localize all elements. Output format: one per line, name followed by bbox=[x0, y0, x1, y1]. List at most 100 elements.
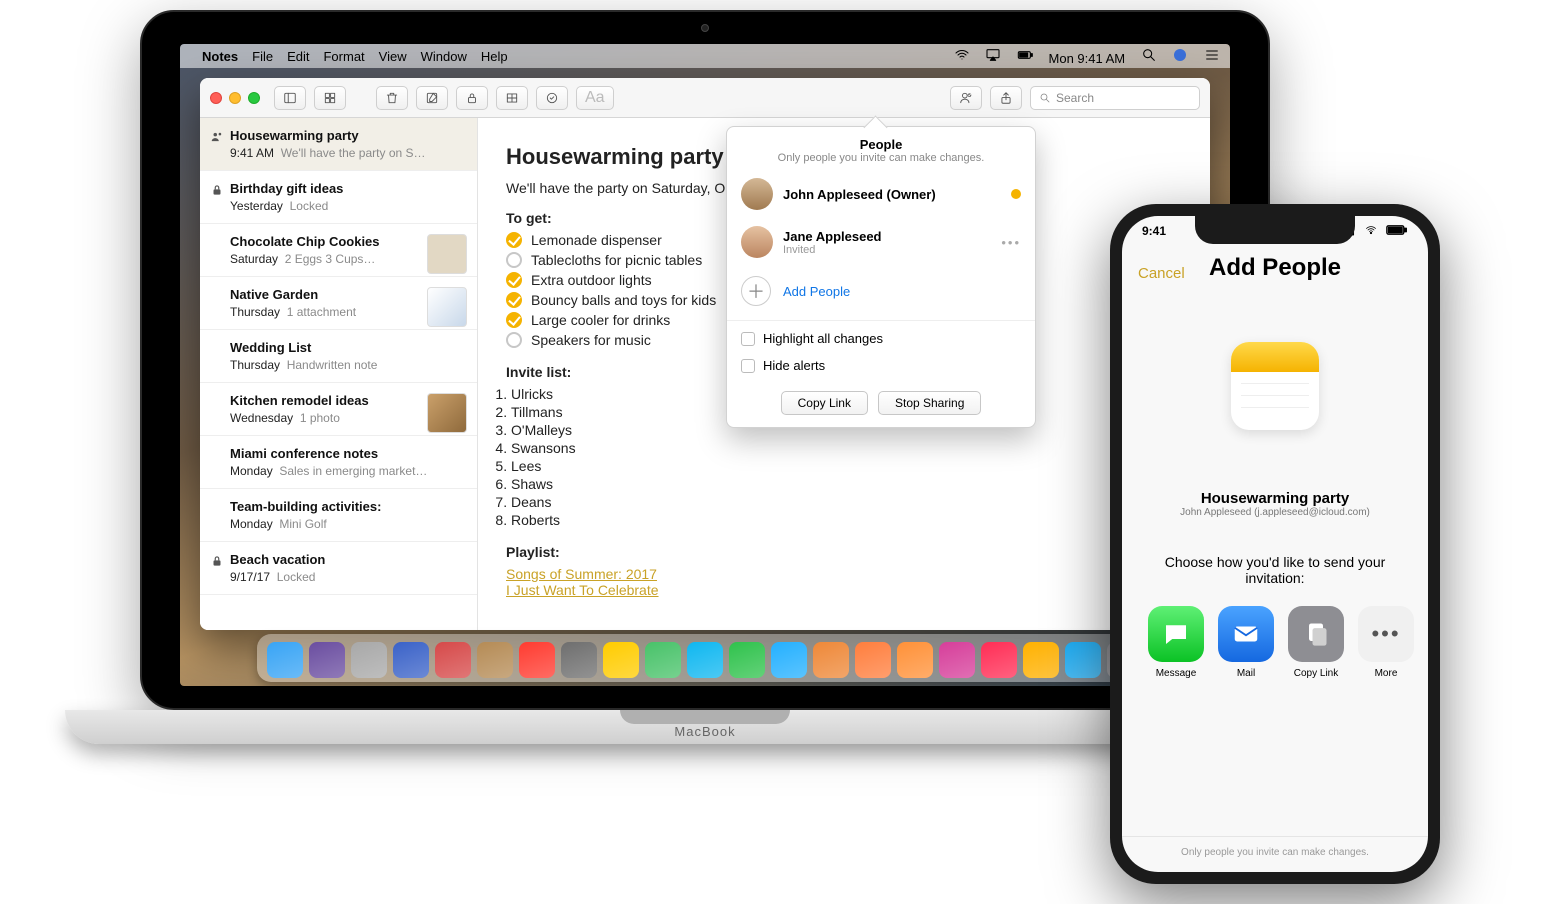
dock-app-icon[interactable] bbox=[645, 642, 681, 678]
battery-icon[interactable] bbox=[1017, 47, 1033, 63]
stop-sharing-button[interactable]: Stop Sharing bbox=[878, 391, 981, 415]
macos-dock[interactable] bbox=[257, 634, 1153, 682]
notes-list-item[interactable]: Team-building activities:Monday Mini Gol… bbox=[200, 489, 477, 542]
dock-app-icon[interactable] bbox=[309, 642, 345, 678]
share-option[interactable]: Message bbox=[1148, 606, 1204, 679]
notes-list-item[interactable]: Beach vacation9/17/17 Locked bbox=[200, 542, 477, 595]
avatar bbox=[741, 226, 773, 258]
dock-app-icon[interactable] bbox=[267, 642, 303, 678]
notes-list-item[interactable]: Native GardenThursday 1 attachment bbox=[200, 277, 477, 330]
dock-app-icon[interactable] bbox=[771, 642, 807, 678]
add-people-button[interactable] bbox=[950, 86, 982, 110]
dock-app-icon[interactable] bbox=[1023, 642, 1059, 678]
lock-note-button[interactable] bbox=[456, 86, 488, 110]
dock-app-icon[interactable] bbox=[855, 642, 891, 678]
dock-app-icon[interactable] bbox=[603, 642, 639, 678]
dock-app-icon[interactable] bbox=[729, 642, 765, 678]
dock-app-icon[interactable] bbox=[435, 642, 471, 678]
notes-sidebar-list[interactable]: Housewarming party 9:41 AM We'll have the… bbox=[200, 118, 478, 630]
checkbox-icon bbox=[506, 332, 522, 348]
dock-app-icon[interactable] bbox=[897, 642, 933, 678]
dock-app-icon[interactable] bbox=[519, 642, 555, 678]
note-list-preview: Monday Mini Golf bbox=[230, 517, 463, 531]
menubar-format[interactable]: Format bbox=[323, 49, 364, 64]
wifi-icon bbox=[1363, 225, 1379, 239]
share-person-row[interactable]: John Appleseed (Owner) bbox=[727, 170, 1035, 218]
note-list-title: Housewarming party bbox=[230, 128, 463, 143]
iphone-footer-note: Only people you invite can make changes. bbox=[1122, 836, 1428, 858]
invite-list-item: Roberts bbox=[511, 512, 1182, 528]
wifi-icon[interactable] bbox=[954, 47, 970, 63]
menubar-window[interactable]: Window bbox=[421, 49, 467, 64]
notes-toolbar: Aa Search bbox=[200, 78, 1210, 118]
checkbox-icon bbox=[741, 332, 755, 346]
share-option-label: Mail bbox=[1218, 668, 1274, 679]
dock-app-icon[interactable] bbox=[351, 642, 387, 678]
share-person-row[interactable]: Jane Appleseed Invited ••• bbox=[727, 218, 1035, 266]
menubar-view[interactable]: View bbox=[379, 49, 407, 64]
window-fullscreen-button[interactable] bbox=[248, 92, 260, 104]
dock-app-icon[interactable] bbox=[939, 642, 975, 678]
share-button[interactable] bbox=[990, 86, 1022, 110]
airplay-icon[interactable] bbox=[985, 47, 1001, 63]
note-thumbnail bbox=[427, 393, 467, 433]
menubar-clock[interactable]: Mon 9:41 AM bbox=[1049, 51, 1126, 66]
checklist-text: Lemonade dispenser bbox=[531, 232, 662, 248]
dock-app-icon[interactable] bbox=[393, 642, 429, 678]
menubar-right: Mon 9:41 AM bbox=[942, 47, 1220, 66]
note-list-preview: Yesterday Locked bbox=[230, 199, 463, 213]
table-button[interactable] bbox=[496, 86, 528, 110]
menubar-edit[interactable]: Edit bbox=[287, 49, 309, 64]
dock-app-icon[interactable] bbox=[813, 642, 849, 678]
checklist-button[interactable] bbox=[536, 86, 568, 110]
notes-list-item[interactable]: Housewarming party 9:41 AM We'll have the… bbox=[200, 118, 477, 171]
window-close-button[interactable] bbox=[210, 92, 222, 104]
notes-list-item[interactable]: Birthday gift ideasYesterday Locked bbox=[200, 171, 477, 224]
sidebar-toggle-button[interactable] bbox=[274, 86, 306, 110]
notes-list-item[interactable]: Kitchen remodel ideasWednesday 1 photo bbox=[200, 383, 477, 436]
dock-app-icon[interactable] bbox=[1065, 642, 1101, 678]
notes-list-item[interactable]: Wedding ListThursday Handwritten note bbox=[200, 330, 477, 383]
share-option[interactable]: Copy Link bbox=[1288, 606, 1344, 679]
notes-list-item[interactable]: Miami conference notesMonday Sales in em… bbox=[200, 436, 477, 489]
search-input[interactable]: Search bbox=[1030, 86, 1200, 110]
delete-note-button[interactable] bbox=[376, 86, 408, 110]
window-traffic-lights bbox=[210, 92, 260, 104]
add-people-row[interactable]: ＋ Add People bbox=[727, 266, 1035, 316]
dock-app-icon[interactable] bbox=[687, 642, 723, 678]
menubar-app-name[interactable]: Notes bbox=[202, 49, 238, 64]
menubar-file[interactable]: File bbox=[252, 49, 273, 64]
highlight-changes-checkbox[interactable]: Highlight all changes bbox=[727, 325, 1035, 352]
new-note-button[interactable] bbox=[416, 86, 448, 110]
copy-link-button[interactable]: Copy Link bbox=[781, 391, 868, 415]
note-list-preview: 9:41 AM We'll have the party on S… bbox=[230, 146, 463, 160]
playlist-link[interactable]: Songs of Summer: 2017 bbox=[506, 566, 657, 582]
hide-alerts-checkbox[interactable]: Hide alerts bbox=[727, 352, 1035, 379]
window-minimize-button[interactable] bbox=[229, 92, 241, 104]
gallery-view-button[interactable] bbox=[314, 86, 346, 110]
format-button[interactable]: Aa bbox=[576, 86, 614, 110]
menubar-help[interactable]: Help bbox=[481, 49, 508, 64]
dock-app-icon[interactable] bbox=[981, 642, 1017, 678]
checkbox-icon bbox=[506, 232, 522, 248]
macbook-bezel: Notes File Edit Format View Window Help … bbox=[140, 10, 1270, 710]
share-option-label: Copy Link bbox=[1288, 668, 1344, 679]
more-icon: ••• bbox=[1358, 606, 1414, 662]
playlist-link[interactable]: I Just Want To Celebrate bbox=[506, 582, 659, 598]
notification-center-icon[interactable] bbox=[1204, 47, 1220, 63]
share-option[interactable]: Mail bbox=[1218, 606, 1274, 679]
share-option[interactable]: •••More bbox=[1358, 606, 1414, 679]
notes-list-item[interactable]: Chocolate Chip CookiesSaturday 2 Eggs 3 … bbox=[200, 224, 477, 277]
lock-icon bbox=[210, 554, 224, 568]
spotlight-icon[interactable] bbox=[1141, 47, 1157, 63]
copy-link-icon bbox=[1288, 606, 1344, 662]
shared-note-owner: John Appleseed (j.appleseed@icloud.com) bbox=[1142, 507, 1408, 518]
person-more-icon[interactable]: ••• bbox=[1001, 235, 1021, 250]
dock-app-icon[interactable] bbox=[477, 642, 513, 678]
iphone-notch bbox=[1195, 216, 1355, 244]
lock-icon bbox=[210, 183, 224, 197]
siri-icon[interactable] bbox=[1172, 47, 1188, 63]
dock-app-icon[interactable] bbox=[561, 642, 597, 678]
checkbox-icon bbox=[506, 312, 522, 328]
invite-list-item: Swansons bbox=[511, 440, 1182, 456]
